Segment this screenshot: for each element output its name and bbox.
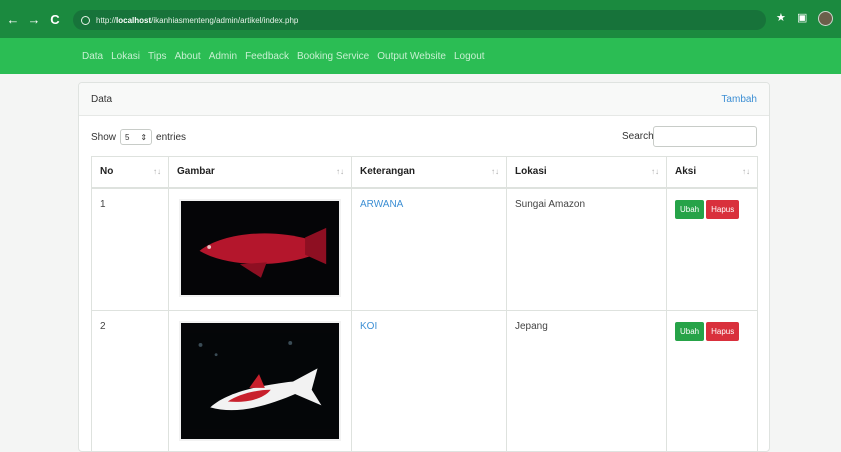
reload-icon[interactable]: C — [47, 12, 63, 27]
header-lokasi[interactable]: Lokasi ↑↓ — [506, 156, 667, 189]
table-row: 1 ARWANA Sungai Amazon Ubah Hapus — [91, 187, 758, 311]
entries-select[interactable]: 5 ⇕ — [120, 129, 153, 145]
nav-lokasi[interactable]: Lokasi — [111, 51, 140, 62]
star-icon[interactable]: ★ — [776, 11, 786, 24]
cell-no: 1 — [91, 187, 169, 311]
cell-lokasi: Sungai Amazon — [506, 187, 667, 311]
cell-keterangan: KOI — [351, 309, 507, 451]
main-navigation: Data Lokasi Tips About Admin Feedback Bo… — [0, 38, 841, 74]
header-keterangan[interactable]: Keterangan ↑↓ — [351, 156, 507, 189]
keterangan-link[interactable]: KOI — [360, 321, 377, 332]
nav-tips[interactable]: Tips — [148, 51, 167, 62]
back-icon[interactable]: ← — [5, 12, 21, 27]
browser-toolbar: ← → C http://localhost/ikanhiasmenteng/a… — [0, 0, 841, 38]
nav-about[interactable]: About — [175, 51, 201, 62]
cell-aksi: Ubah Hapus — [666, 187, 758, 311]
hapus-button[interactable]: Hapus — [706, 199, 740, 219]
data-table: No ↑↓ Gambar ↑↓ Keterangan ↑↓ Lokasi ↑↓ Aksi… — [91, 156, 758, 451]
address-bar[interactable]: http://localhost/ikanhiasmenteng/admin/a… — [73, 10, 766, 30]
cell-gambar — [168, 309, 352, 451]
arwana-image — [179, 198, 341, 297]
header-gambar[interactable]: Gambar ↑↓ — [168, 156, 352, 189]
nav-feedback[interactable]: Feedback — [245, 51, 289, 62]
entries-control: Show 5 ⇕ entries — [91, 129, 186, 145]
select-arrow-icon: ⇕ — [140, 132, 148, 142]
window-icon[interactable]: ▣ — [797, 11, 807, 24]
card-title: Data — [91, 93, 113, 105]
cell-aksi: Ubah Hapus — [666, 309, 758, 451]
keterangan-link[interactable]: ARWANA — [360, 199, 403, 210]
nav-booking-service[interactable]: Booking Service — [297, 51, 369, 62]
table-row: 2 KOI Jepang Ubah Hapus — [91, 309, 758, 451]
header-no[interactable]: No ↑↓ — [91, 156, 169, 189]
nav-output-website[interactable]: Output Website — [377, 51, 446, 62]
cell-lokasi: Jepang — [506, 309, 667, 451]
cell-gambar — [168, 187, 352, 311]
nav-admin[interactable]: Admin — [209, 51, 237, 62]
nav-logout[interactable]: Logout — [454, 51, 485, 62]
search-input[interactable] — [653, 126, 757, 147]
sort-icon: ↑↓ — [491, 167, 499, 176]
tambah-link[interactable]: Tambah — [721, 94, 757, 105]
search-label: Search: — [622, 131, 657, 142]
ubah-button[interactable]: Ubah — [675, 321, 705, 341]
cell-no: 2 — [91, 309, 169, 451]
show-label: Show — [91, 131, 117, 143]
data-card: Data Tambah Show 5 ⇕ entries Search: No ↑… — [78, 82, 770, 452]
hapus-button[interactable]: Hapus — [706, 321, 740, 341]
nav-data[interactable]: Data — [82, 51, 103, 62]
sort-icon: ↑↓ — [336, 167, 344, 176]
table-controls: Show 5 ⇕ entries Search: — [79, 116, 769, 156]
globe-icon — [81, 15, 90, 25]
avatar[interactable] — [818, 11, 833, 26]
card-header: Data Tambah — [79, 83, 769, 116]
cell-keterangan: ARWANA — [351, 187, 507, 311]
koi-image — [179, 320, 341, 441]
sort-icon: ↑↓ — [742, 167, 750, 176]
ubah-button[interactable]: Ubah — [675, 199, 705, 219]
header-aksi[interactable]: Aksi ↑↓ — [666, 156, 758, 189]
entries-label: entries — [156, 131, 187, 143]
sort-icon: ↑↓ — [153, 167, 161, 176]
sort-icon: ↑↓ — [651, 167, 659, 176]
forward-icon[interactable]: → — [26, 12, 42, 27]
url-text: http://localhost/ikanhiasmenteng/admin/a… — [96, 15, 299, 25]
